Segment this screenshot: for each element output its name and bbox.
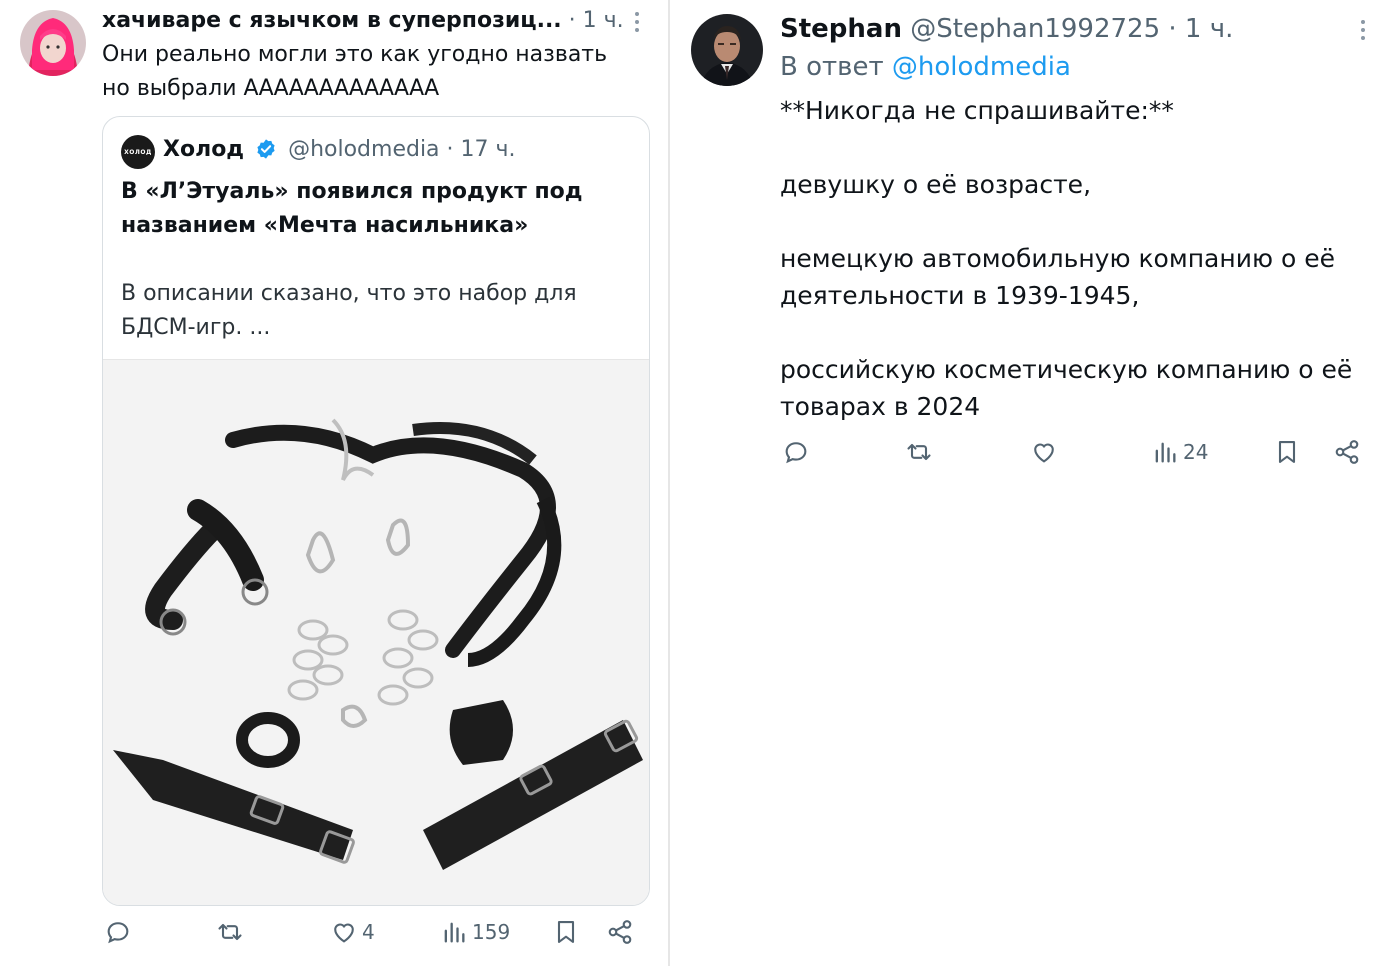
bookmark-icon (1278, 441, 1296, 463)
reply-prefix: В ответ (780, 52, 884, 82)
right-tweet-text: **Никогда не спрашивайте:** девушку о её… (780, 92, 1380, 425)
left-share-button[interactable] (606, 918, 634, 946)
right-text-line3b: деятельности в 1939-1945, (780, 281, 1140, 310)
right-bookmark-button[interactable] (1273, 438, 1301, 466)
reply-icon (107, 922, 129, 944)
right-author-header: Stephan @Stephan1992725 · 1 ч. (780, 12, 1233, 46)
left-author-header: хачиваре с язычком в суперпозиц... · 1 ч… (102, 6, 624, 36)
left-author-avatar[interactable] (20, 10, 86, 76)
views-icon (444, 922, 465, 943)
left-retweet-button[interactable] (216, 918, 244, 946)
quote-product-image[interactable] (103, 359, 649, 905)
right-text-line1: **Никогда не спрашивайте:** (780, 96, 1174, 125)
quote-time: · 17 ч. (446, 137, 516, 162)
left-more-icon[interactable] (632, 12, 642, 32)
left-tweet-text-line1: Они реально могли это как угодно назвать (102, 42, 608, 67)
quote-headline-line1: В «Л’Этуаль» появился продукт под (121, 179, 583, 204)
left-views-count: 159 (472, 920, 511, 944)
left-author-name[interactable]: хачиваре с язычком в суперпозиц... (102, 8, 562, 33)
retweet-icon (218, 923, 242, 941)
right-text-line4b: товарах в 2024 (780, 392, 981, 421)
right-more-icon[interactable] (1358, 20, 1368, 40)
right-author-handle[interactable]: @Stephan1992725 (910, 14, 1160, 44)
quote-author-header: Холод @holodmedia · 17 ч. (163, 135, 516, 165)
left-like-count: 4 (362, 920, 375, 944)
right-action-bar: 24 (671, 438, 1400, 478)
reply-icon (785, 442, 807, 464)
left-tweet-time[interactable]: · 1 ч. (569, 8, 624, 33)
right-text-line3a: немецкую автомобильную компанию о её (780, 244, 1335, 273)
retweet-icon (907, 443, 931, 461)
left-views-button[interactable]: 159 (440, 918, 510, 946)
reply-to-link[interactable]: @holodmedia (892, 52, 1071, 82)
quote-headline: В «Л’Этуаль» появился продукт под назван… (121, 175, 583, 243)
quote-tweet-card[interactable]: ХОЛОД Холод @holodmedia · 17 ч. В «Л’Эту… (102, 116, 650, 906)
right-retweet-button[interactable] (905, 438, 933, 466)
right-reply-button[interactable] (782, 438, 810, 466)
quote-description-line1: В описании сказано, что это набор для (121, 281, 577, 306)
left-like-button[interactable]: 4 (330, 918, 375, 946)
heart-icon (334, 923, 354, 943)
left-bookmark-button[interactable] (552, 918, 580, 946)
right-views-button[interactable]: 24 (1151, 438, 1208, 466)
right-tweet: Stephan @Stephan1992725 · 1 ч. В ответ @… (671, 0, 1400, 966)
right-tweet-time[interactable]: · 1 ч. (1168, 14, 1233, 44)
right-author-name[interactable]: Stephan (780, 14, 902, 44)
views-icon (1155, 442, 1176, 463)
right-share-button[interactable] (1333, 438, 1361, 466)
quote-description: В описании сказано, что это набор для БД… (121, 277, 577, 345)
left-reply-button[interactable] (104, 918, 132, 946)
bookmark-icon (557, 921, 575, 943)
right-text-line2: девушку о её возрасте, (780, 170, 1092, 199)
heart-icon (1034, 443, 1054, 463)
right-text-line4a: российскую косметическую компанию о её (780, 355, 1353, 384)
verified-badge-icon (257, 139, 275, 159)
share-icon (1335, 440, 1359, 464)
quote-author-handle: @holodmedia (288, 137, 440, 162)
left-tweet: хачиваре с язычком в суперпозиц... · 1 ч… (0, 0, 668, 966)
share-icon (608, 920, 632, 944)
quote-author-name: Холод (163, 137, 245, 162)
right-views-count: 24 (1183, 440, 1209, 464)
right-author-avatar[interactable] (691, 14, 763, 86)
left-action-bar: 4 159 (0, 918, 668, 958)
right-like-button[interactable] (1030, 438, 1058, 466)
quote-author-avatar: ХОЛОД (121, 135, 155, 169)
quote-headline-line2: названием «Мечта насильника» (121, 213, 529, 238)
quote-description-line2: БДСМ-игр. ... (121, 315, 271, 340)
reply-context: В ответ @holodmedia (780, 50, 1071, 84)
panel-divider (668, 0, 670, 966)
left-tweet-text: Они реально могли это как угодно назвать… (102, 38, 607, 106)
left-tweet-text-line2: но выбрали ААААААААААААА (102, 76, 440, 101)
